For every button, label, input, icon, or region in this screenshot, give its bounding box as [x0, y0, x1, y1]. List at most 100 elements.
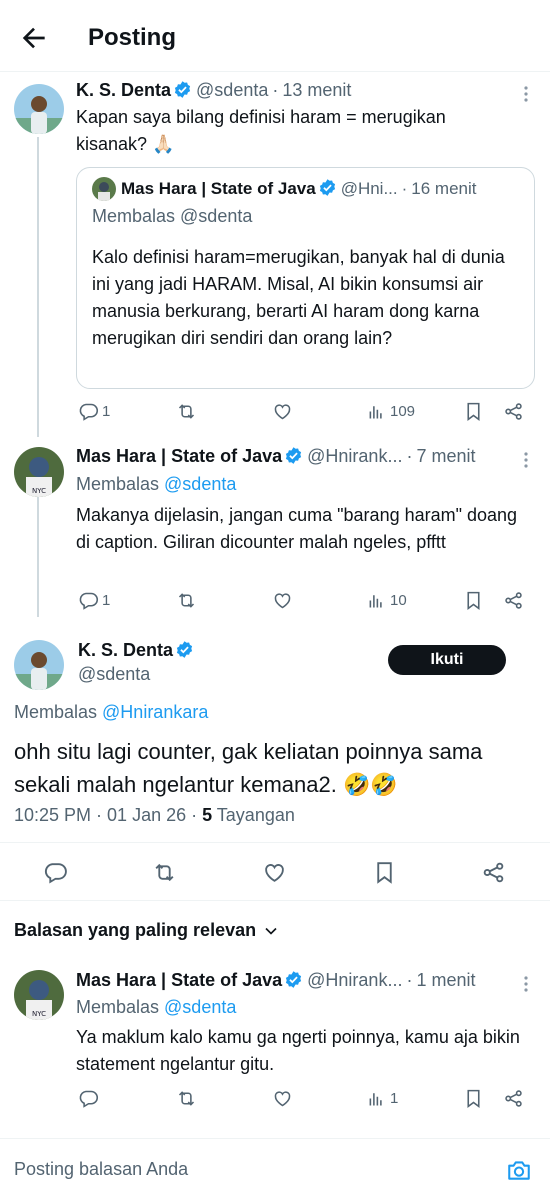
reply-icon	[44, 863, 67, 884]
post-timestamp[interactable]: 10:25 PM · 01 Jan 26 ·	[14, 805, 202, 825]
author-name[interactable]: K. S. Denta	[78, 640, 173, 660]
replying-to: Membalas @Hnirankara	[14, 702, 208, 723]
like-icon	[274, 593, 291, 609]
page-title: Posting	[88, 24, 176, 51]
views-count: 1	[390, 1090, 399, 1107]
like-button[interactable]	[272, 401, 293, 422]
avatar[interactable]: NYC	[14, 970, 64, 1020]
like-icon	[274, 404, 291, 420]
repost-button[interactable]	[176, 1088, 197, 1109]
views-count: 10	[390, 592, 407, 609]
repost-button[interactable]	[176, 401, 197, 422]
repost-icon	[178, 1091, 195, 1106]
like-icon	[274, 1091, 291, 1107]
reply-count: 1	[102, 592, 111, 609]
views-icon	[369, 406, 382, 419]
share-button[interactable]	[503, 1088, 524, 1109]
replying-prefix: Membalas	[76, 474, 165, 494]
bookmark-icon	[467, 1089, 480, 1108]
timestamp[interactable]: 7 menit	[416, 446, 475, 466]
replying-handle-link[interactable]: @sdenta	[164, 474, 236, 494]
avatar[interactable]	[14, 84, 64, 134]
quote-text: Kalo definisi haram=merugikan, banyak ha…	[92, 247, 505, 348]
replying-handle-link[interactable]: @sdenta	[164, 997, 236, 1017]
replying-handle-link[interactable]: @Hnirankara	[102, 702, 208, 722]
replying-prefix: Membalas	[76, 997, 165, 1017]
divider	[0, 900, 550, 901]
more-icon[interactable]	[516, 974, 536, 994]
tweet-text: Makanya dijelasin, jangan cuma "barang h…	[76, 505, 518, 552]
like-button[interactable]	[272, 1088, 293, 1109]
bookmark-button[interactable]	[372, 860, 397, 885]
separator: ·	[272, 80, 279, 100]
views-icon	[369, 1093, 382, 1106]
main-tweet-text: ohh situ lagi counter, gak keliatan poin…	[14, 739, 483, 797]
tweet-header: K. S. Denta @sdenta · 13 menit	[76, 80, 351, 101]
divider	[0, 842, 550, 843]
author-handle[interactable]: @sdenta	[196, 80, 268, 100]
quote-header: Mas Hara | State of Java @Hni... · 16 menit	[121, 178, 477, 199]
separator: ·	[406, 446, 413, 466]
repost-button[interactable]	[176, 590, 197, 611]
author-name[interactable]: Mas Hara | State of Java	[76, 970, 282, 990]
views-button[interactable]: 109	[366, 401, 415, 422]
repost-icon	[178, 593, 195, 608]
repost-button[interactable]	[152, 860, 177, 885]
author-handle[interactable]: @Hnirank...	[307, 446, 402, 466]
top-bar: Posting	[0, 0, 550, 72]
tweet-text: Ya maklum kalo kamu ga ngerti poinnya, k…	[76, 1027, 520, 1074]
reply-composer: Posting balasan Anda	[0, 1138, 550, 1200]
author-name[interactable]: K. S. Denta	[76, 80, 171, 100]
like-button[interactable]	[262, 860, 287, 885]
share-button[interactable]	[503, 590, 524, 611]
more-icon[interactable]	[516, 450, 536, 470]
reply-icon	[79, 592, 99, 610]
separator: ·	[401, 179, 408, 198]
reply-input[interactable]: Posting balasan Anda	[14, 1159, 188, 1180]
timestamp[interactable]: 13 menit	[282, 80, 351, 100]
verified-icon	[284, 970, 303, 989]
reply-button[interactable]: 1	[78, 401, 110, 422]
follow-button[interactable]: Ikuti	[388, 645, 506, 675]
author-handle[interactable]: @Hnirank...	[307, 970, 402, 990]
reply-button[interactable]: 1	[78, 590, 110, 611]
more-icon[interactable]	[516, 84, 536, 104]
bookmark-icon	[377, 862, 392, 884]
bookmark-button[interactable]	[463, 590, 484, 611]
bookmark-button[interactable]	[463, 401, 484, 422]
author-name[interactable]: Mas Hara | State of Java	[76, 446, 282, 466]
views-label: Tayangan	[212, 805, 295, 825]
bookmark-icon	[467, 402, 480, 421]
author-handle[interactable]: @sdenta	[78, 664, 150, 685]
timestamp: 16 menit	[411, 179, 477, 198]
reply-button[interactable]	[78, 1088, 99, 1109]
replying-prefix: Membalas	[14, 702, 103, 722]
like-button[interactable]	[272, 590, 293, 611]
avatar[interactable]	[14, 640, 64, 690]
camera-icon[interactable]	[506, 1157, 532, 1183]
views-button[interactable]: 10	[366, 590, 407, 611]
post-metadata: 10:25 PM · 01 Jan 26 · 5 Tayangan	[14, 805, 295, 826]
verified-icon	[175, 640, 194, 659]
sort-dropdown[interactable]: Balasan yang paling relevan	[14, 920, 281, 941]
tweet-text: Kapan saya bilang definisi haram = merug…	[76, 107, 446, 154]
share-button[interactable]	[503, 401, 524, 422]
avatar[interactable]: NYC	[14, 447, 64, 497]
reply-button[interactable]	[43, 860, 68, 885]
views-icon	[369, 595, 382, 608]
tweet-header: Mas Hara | State of Java @Hnirank... · 1 me…	[76, 970, 475, 991]
bookmark-button[interactable]	[463, 1088, 484, 1109]
bookmark-icon	[467, 591, 480, 610]
verified-icon	[318, 178, 337, 197]
share-button[interactable]	[481, 860, 506, 885]
back-arrow-icon[interactable]	[18, 22, 50, 54]
reply-count: 1	[102, 403, 111, 420]
timestamp[interactable]: 1 menit	[416, 970, 475, 990]
sort-label: Balasan yang paling relevan	[14, 920, 257, 940]
verified-icon	[173, 80, 192, 99]
views-button[interactable]: 1	[366, 1088, 398, 1109]
reply-icon	[79, 1090, 99, 1108]
views-count: 5	[202, 805, 213, 825]
like-icon	[265, 864, 284, 882]
tweet-header: Mas Hara | State of Java @Hnirank... · 7 me…	[76, 446, 475, 467]
